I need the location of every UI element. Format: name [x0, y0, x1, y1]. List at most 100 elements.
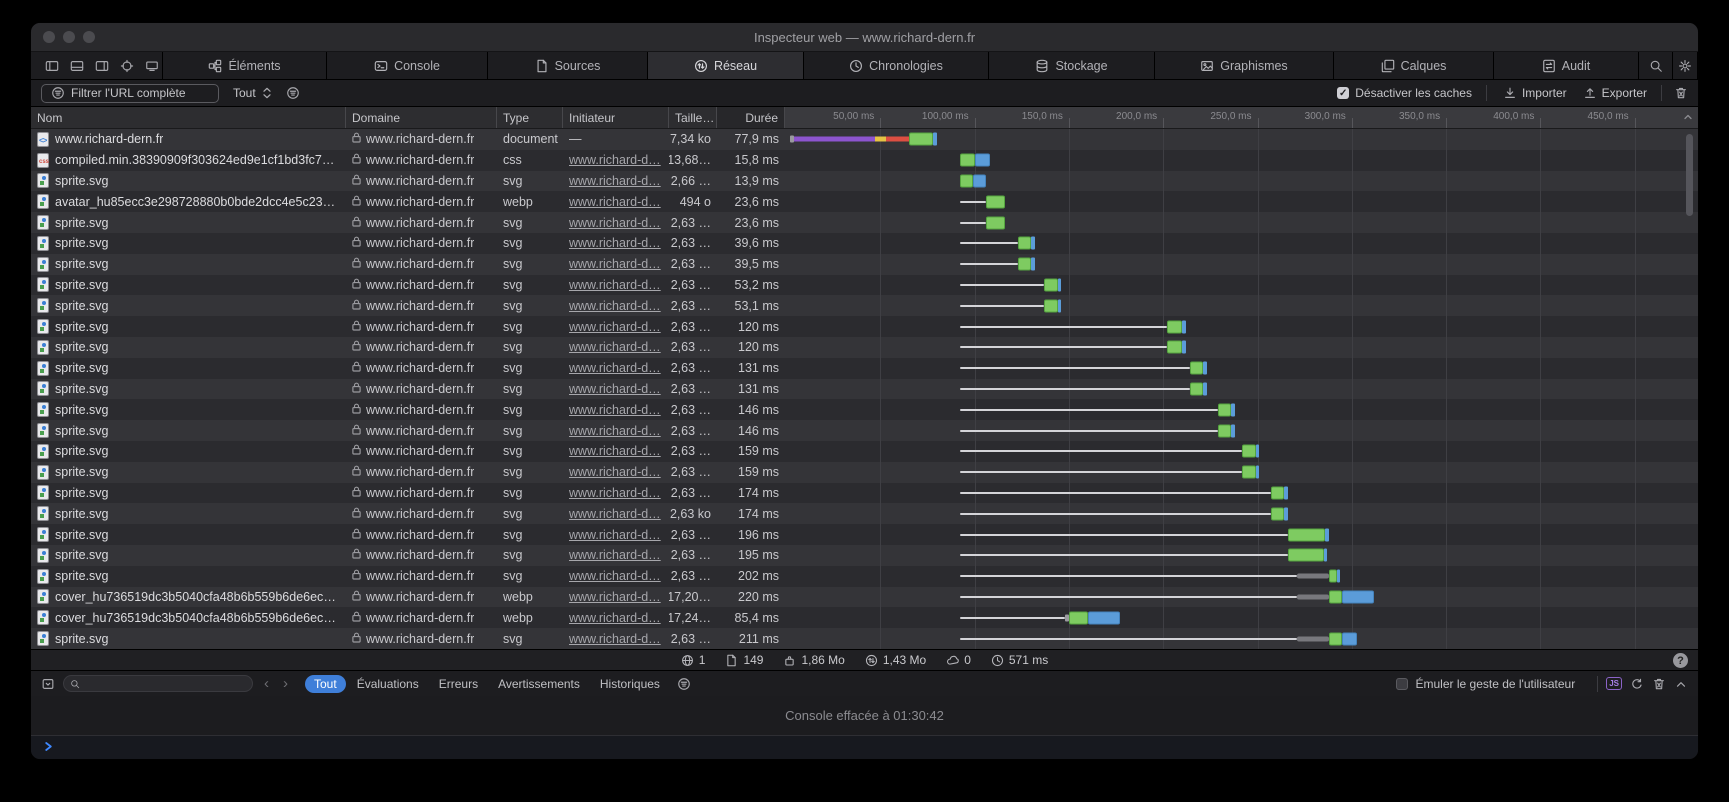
device-icon[interactable]: [141, 57, 162, 75]
request-initiator[interactable]: www.richard-d…: [569, 236, 661, 250]
network-request-row[interactable]: csscompiled.min.38390909f303624ed9e1cf1b…: [31, 150, 1698, 171]
previous-result-button[interactable]: ‹: [261, 676, 272, 691]
console-tab-erreurs[interactable]: Erreurs: [430, 675, 487, 693]
console-reload-icon[interactable]: [1630, 677, 1644, 691]
request-initiator[interactable]: www.richard-d…: [569, 548, 661, 562]
request-initiator[interactable]: www.richard-d…: [569, 528, 661, 542]
target-icon[interactable]: [116, 57, 137, 75]
network-request-row[interactable]: sprite.svgwww.richard-dern.frsvgwww.rich…: [31, 275, 1698, 296]
request-initiator[interactable]: www.richard-d…: [569, 632, 661, 646]
network-request-row[interactable]: avatar_hu85ecc3e298728880b0bde2dcc4e5c23…: [31, 191, 1698, 212]
vertical-scrollbar[interactable]: [1686, 134, 1693, 216]
next-result-button[interactable]: ›: [280, 676, 291, 691]
panel-bottom-icon[interactable]: [66, 57, 87, 75]
network-request-row[interactable]: sprite.svgwww.richard-dern.frsvgwww.rich…: [31, 399, 1698, 420]
column-header-domaine[interactable]: Domaine: [346, 107, 497, 128]
network-request-row[interactable]: sprite.svgwww.richard-dern.frsvgwww.rich…: [31, 628, 1698, 649]
tab-sources[interactable]: Sources: [488, 52, 648, 79]
network-request-row[interactable]: sprite.svgwww.richard-dern.frsvgwww.rich…: [31, 503, 1698, 524]
console-search-input[interactable]: [63, 675, 253, 692]
console-prompt[interactable]: [31, 736, 1698, 759]
request-initiator[interactable]: www.richard-d…: [569, 174, 661, 188]
column-header-duree[interactable]: Durée: [717, 107, 785, 128]
url-filter-input[interactable]: Filtrer l'URL complète: [41, 84, 219, 103]
console-tab-evaluations[interactable]: Évaluations: [348, 675, 428, 693]
request-initiator[interactable]: www.richard-d…: [569, 507, 661, 521]
request-initiator[interactable]: www.richard-d…: [569, 611, 661, 625]
network-request-row[interactable]: sprite.svgwww.richard-dern.frsvgwww.rich…: [31, 420, 1698, 441]
tab-graphismes[interactable]: Graphismes: [1155, 52, 1334, 79]
clear-console-trash-icon[interactable]: [1652, 677, 1666, 691]
request-initiator[interactable]: www.richard-d…: [569, 278, 661, 292]
filter-options-icon[interactable]: [286, 86, 300, 100]
network-request-row[interactable]: sprite.svgwww.richard-dern.frsvgwww.rich…: [31, 566, 1698, 587]
tab-chronologies[interactable]: Chronologies: [804, 52, 989, 79]
request-initiator[interactable]: www.richard-d…: [569, 153, 661, 167]
request-initiator[interactable]: www.richard-d…: [569, 424, 661, 438]
panel-left-icon[interactable]: [41, 57, 62, 75]
request-initiator[interactable]: www.richard-d…: [569, 465, 661, 479]
request-initiator[interactable]: www.richard-d…: [569, 195, 661, 209]
network-request-row[interactable]: <>www.richard-dern.frwww.richard-dern.fr…: [31, 129, 1698, 150]
network-request-row[interactable]: sprite.svgwww.richard-dern.frsvgwww.rich…: [31, 358, 1698, 379]
column-header-taille[interactable]: Taille…: [669, 107, 717, 128]
request-initiator[interactable]: www.richard-d…: [569, 320, 661, 334]
console-tab-avertissements[interactable]: Avertissements: [489, 675, 589, 693]
console-filter-options-icon[interactable]: [677, 677, 691, 691]
request-initiator[interactable]: www.richard-d…: [569, 257, 661, 271]
minimize-button[interactable]: [63, 31, 75, 43]
network-request-row[interactable]: sprite.svgwww.richard-dern.frsvgwww.rich…: [31, 337, 1698, 358]
collapse-console-icon[interactable]: [1674, 677, 1688, 691]
resource-type-dropdown[interactable]: Tout: [233, 86, 274, 100]
console-tab-tout[interactable]: Tout: [305, 675, 346, 693]
network-request-row[interactable]: sprite.svgwww.richard-dern.frsvgwww.rich…: [31, 254, 1698, 275]
request-initiator[interactable]: www.richard-d…: [569, 569, 661, 583]
network-request-row[interactable]: sprite.svgwww.richard-dern.frsvgwww.rich…: [31, 524, 1698, 545]
help-button[interactable]: ?: [1673, 653, 1688, 668]
network-request-row[interactable]: sprite.svgwww.richard-dern.frsvgwww.rich…: [31, 545, 1698, 566]
close-button[interactable]: [43, 31, 55, 43]
request-initiator[interactable]: www.richard-d…: [569, 382, 661, 396]
console-tab-historiques[interactable]: Historiques: [591, 675, 669, 693]
console-scope-dropdown-icon[interactable]: [41, 677, 55, 691]
column-header-initiateur[interactable]: Initiateur: [563, 107, 669, 128]
request-initiator[interactable]: www.richard-d…: [569, 361, 661, 375]
network-request-row[interactable]: sprite.svgwww.richard-dern.frsvgwww.rich…: [31, 295, 1698, 316]
network-request-row[interactable]: sprite.svgwww.richard-dern.frsvgwww.rich…: [31, 316, 1698, 337]
network-request-row[interactable]: sprite.svgwww.richard-dern.frsvgwww.rich…: [31, 379, 1698, 400]
network-request-row[interactable]: sprite.svgwww.richard-dern.frsvgwww.rich…: [31, 462, 1698, 483]
request-initiator[interactable]: www.richard-d…: [569, 299, 661, 313]
export-button[interactable]: Exporter: [1583, 86, 1647, 100]
request-initiator[interactable]: www.richard-d…: [569, 590, 661, 604]
network-request-row[interactable]: sprite.svgwww.richard-dern.frsvgwww.rich…: [31, 212, 1698, 233]
panel-right-icon[interactable]: [91, 57, 112, 75]
settings-tab-button[interactable]: [1673, 52, 1698, 79]
column-header-type[interactable]: Type: [497, 107, 563, 128]
js-context-icon[interactable]: JS: [1606, 677, 1622, 690]
tab-console[interactable]: Console: [327, 52, 488, 79]
network-request-row[interactable]: cover_hu736519dc3b5040cfa48b6b559b6de6ec…: [31, 607, 1698, 628]
network-request-row[interactable]: sprite.svgwww.richard-dern.frsvgwww.rich…: [31, 483, 1698, 504]
tab-audit[interactable]: Audit: [1494, 52, 1639, 79]
tab-stockage[interactable]: Stockage: [989, 52, 1155, 79]
tab-elements[interactable]: Éléments: [163, 52, 327, 79]
tab-calques[interactable]: Calques: [1334, 52, 1494, 79]
request-initiator[interactable]: www.richard-d…: [569, 403, 661, 417]
request-initiator[interactable]: www.richard-d…: [569, 486, 661, 500]
request-initiator[interactable]: www.richard-d…: [569, 444, 661, 458]
network-request-row[interactable]: sprite.svgwww.richard-dern.frsvgwww.rich…: [31, 171, 1698, 192]
network-request-row[interactable]: sprite.svgwww.richard-dern.frsvgwww.rich…: [31, 441, 1698, 462]
disable-caches-checkbox[interactable]: ✓: [1337, 87, 1349, 99]
request-initiator[interactable]: www.richard-d…: [569, 340, 661, 354]
zoom-button[interactable]: [83, 31, 95, 43]
network-request-row[interactable]: cover_hu736519dc3b5040cfa48b6b559b6de6ec…: [31, 587, 1698, 608]
column-header-nom[interactable]: Nom: [31, 107, 346, 128]
import-button[interactable]: Importer: [1503, 86, 1567, 100]
emulate-user-gesture-checkbox[interactable]: [1396, 678, 1408, 690]
chevron-up-icon[interactable]: [1683, 111, 1693, 125]
search-tab-button[interactable]: [1639, 52, 1673, 79]
request-initiator[interactable]: www.richard-d…: [569, 216, 661, 230]
network-request-row[interactable]: sprite.svgwww.richard-dern.frsvgwww.rich…: [31, 233, 1698, 254]
clear-network-trash-icon[interactable]: [1674, 86, 1688, 100]
tab-reseau[interactable]: Réseau: [648, 52, 804, 79]
